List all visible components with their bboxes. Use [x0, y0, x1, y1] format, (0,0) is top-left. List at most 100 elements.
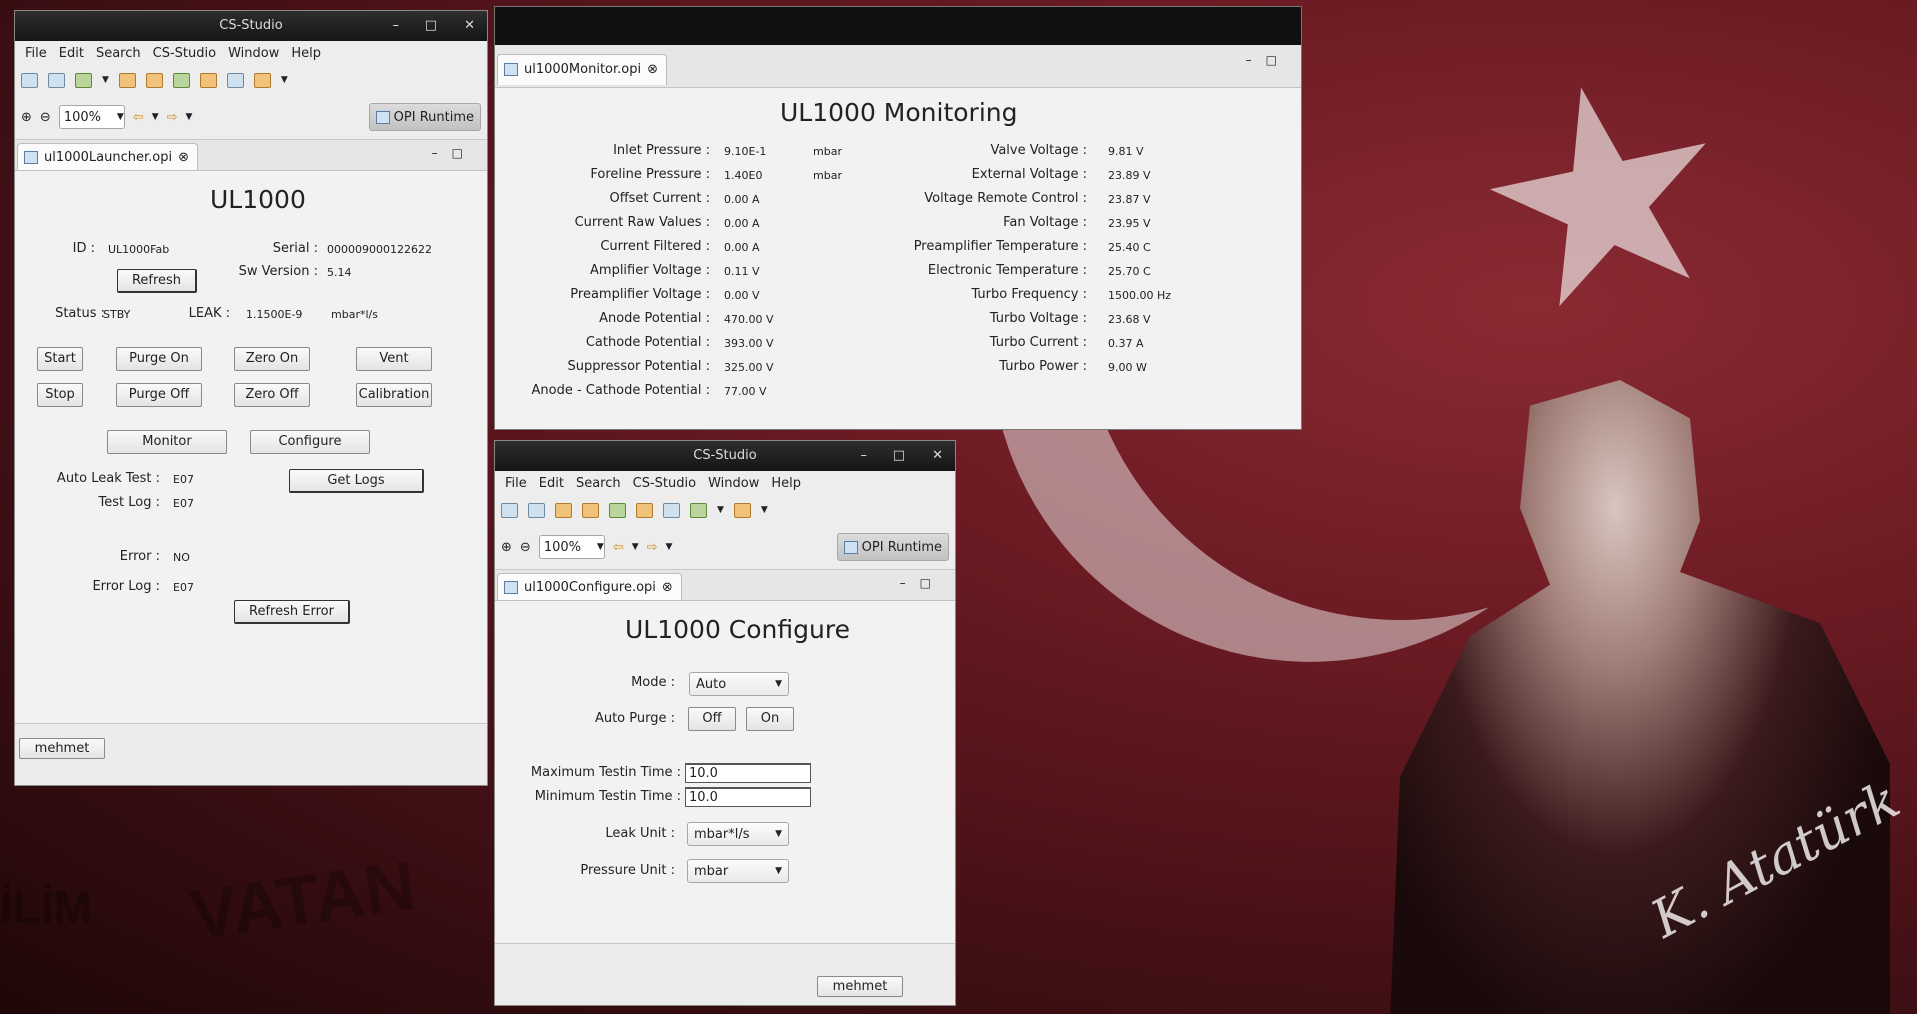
pencil-icon[interactable]: [636, 502, 653, 518]
database-icon[interactable]: [118, 72, 136, 88]
menu-edit[interactable]: Edit: [539, 476, 564, 491]
menu-file[interactable]: File: [25, 46, 47, 61]
pressure-unit-select[interactable]: mbar ▼: [687, 859, 789, 883]
pencil-icon[interactable]: [199, 72, 217, 88]
chevron-down-icon[interactable]: ▼: [102, 75, 109, 85]
wallpaper-watermark: VATAN: [185, 845, 420, 955]
tab-controls[interactable]: –□: [900, 576, 945, 590]
wrench-icon[interactable]: [733, 502, 751, 518]
zoom-out-icon[interactable]: ⊖: [520, 540, 531, 555]
tab-configure[interactable]: ul1000Configure.opi ⊗: [497, 573, 682, 600]
configure-titlebar[interactable]: CS-Studio – □ ✕: [495, 441, 955, 471]
new-folder-icon[interactable]: [21, 72, 38, 88]
menu-cs-studio[interactable]: CS-Studio: [633, 476, 696, 491]
configure-button[interactable]: Configure: [250, 430, 370, 454]
refresh-button[interactable]: Refresh: [117, 269, 197, 293]
chevron-down-icon[interactable]: ▼: [666, 542, 673, 552]
back-arrow-icon[interactable]: ⇦: [613, 540, 624, 555]
user-button[interactable]: mehmet: [19, 738, 105, 759]
chevron-down-icon[interactable]: ▼: [152, 112, 159, 122]
forward-arrow-icon[interactable]: ⇨: [167, 110, 178, 125]
calibration-button[interactable]: Calibration: [356, 383, 432, 407]
tab-controls[interactable]: –□: [1246, 53, 1291, 67]
max-testin-time-input[interactable]: 10.0: [685, 763, 811, 783]
chevron-down-icon[interactable]: ▼: [761, 505, 768, 515]
tab-launcher[interactable]: ul1000Launcher.opi ⊗: [17, 143, 199, 170]
chevron-down-icon[interactable]: ▼: [717, 505, 724, 515]
purge-off-button[interactable]: Purge Off: [116, 383, 202, 407]
close-icon[interactable]: ⊗: [647, 62, 658, 77]
monitor-titlebar[interactable]: [495, 7, 1301, 45]
menu-window[interactable]: Window: [228, 46, 279, 61]
menu-help[interactable]: Help: [771, 476, 801, 491]
close-icon[interactable]: ⊗: [662, 580, 673, 595]
close-icon[interactable]: ✕: [932, 441, 943, 471]
vent-button[interactable]: Vent: [356, 347, 432, 371]
zoom-select[interactable]: 100% ▼: [58, 105, 125, 129]
maximize-icon[interactable]: □: [425, 11, 437, 41]
menu-search[interactable]: Search: [576, 476, 621, 491]
menu-file[interactable]: File: [505, 476, 527, 491]
start-button[interactable]: Start: [37, 347, 83, 371]
zero-on-button[interactable]: Zero On: [234, 347, 310, 371]
auto-purge-off-button[interactable]: Off: [688, 707, 736, 731]
opi-editor-icon[interactable]: [75, 72, 92, 88]
image-icon[interactable]: [663, 502, 680, 518]
close-icon[interactable]: ⊗: [178, 150, 189, 165]
chevron-down-icon[interactable]: ▼: [632, 542, 639, 552]
get-logs-button[interactable]: Get Logs: [289, 469, 424, 493]
save-icon[interactable]: [528, 502, 545, 518]
probe-icon[interactable]: [582, 502, 599, 518]
close-icon[interactable]: ✕: [464, 11, 475, 41]
save-icon[interactable]: [48, 72, 65, 88]
error-value: NO: [173, 551, 190, 564]
monitor-param-label: Inlet Pressure :: [613, 143, 710, 158]
purge-on-button[interactable]: Purge On: [116, 347, 202, 371]
menu-help[interactable]: Help: [291, 46, 321, 61]
zoom-out-icon[interactable]: ⊖: [40, 110, 51, 125]
chevron-down-icon[interactable]: ▼: [186, 112, 193, 122]
new-file-icon[interactable]: [172, 72, 190, 88]
back-arrow-icon[interactable]: ⇦: [133, 110, 144, 125]
minimize-icon[interactable]: –: [393, 11, 400, 41]
error-label: Error :: [119, 549, 160, 564]
mode-label: Mode :: [631, 675, 675, 690]
chevron-down-icon[interactable]: ▼: [281, 75, 288, 85]
configure-content: UL1000 Configure Mode : Auto ▼ Auto Purge…: [495, 601, 955, 937]
minimize-icon[interactable]: –: [861, 441, 868, 471]
zoom-in-icon[interactable]: ⊕: [501, 540, 512, 555]
configure-window: CS-Studio – □ ✕ File Edit Search CS-Stud…: [494, 440, 956, 1006]
menu-search[interactable]: Search: [96, 46, 141, 61]
wrench-icon[interactable]: [253, 72, 271, 88]
menu-edit[interactable]: Edit: [59, 46, 84, 61]
launcher-titlebar[interactable]: CS-Studio – □ ✕: [15, 11, 487, 41]
new-file-icon[interactable]: [609, 502, 626, 518]
mode-select[interactable]: Auto ▼: [689, 672, 789, 696]
user-button[interactable]: mehmet: [817, 976, 903, 997]
monitor-button[interactable]: Monitor: [107, 430, 227, 454]
probe-icon[interactable]: [145, 72, 163, 88]
leak-unit-select[interactable]: mbar*l/s ▼: [687, 822, 789, 846]
zero-off-button[interactable]: Zero Off: [234, 383, 310, 407]
menu-window[interactable]: Window: [708, 476, 759, 491]
monitor-param-label: Foreline Pressure :: [590, 167, 710, 182]
perspective-button[interactable]: OPI Runtime: [368, 103, 481, 131]
image-icon[interactable]: [226, 72, 244, 88]
auto-purge-on-button[interactable]: On: [746, 707, 794, 731]
new-folder-icon[interactable]: [501, 502, 518, 518]
min-testin-time-input[interactable]: 10.0: [685, 787, 811, 807]
menu-cs-studio[interactable]: CS-Studio: [153, 46, 216, 61]
refresh-error-button[interactable]: Refresh Error: [234, 600, 350, 624]
perspective-button[interactable]: OPI Runtime: [836, 533, 949, 561]
zoom-in-icon[interactable]: ⊕: [21, 110, 32, 125]
launcher-content: UL1000 ID : UL1000Fab Serial : 000009000…: [15, 171, 487, 709]
tab-controls[interactable]: –□: [432, 146, 477, 160]
zoom-select[interactable]: 100% ▼: [538, 535, 605, 559]
tab-monitor[interactable]: ul1000Monitor.opi ⊗: [497, 53, 668, 85]
database-icon[interactable]: [555, 502, 572, 518]
opi-editor-icon[interactable]: [690, 502, 707, 518]
status-label: Status :: [55, 306, 105, 321]
maximize-icon[interactable]: □: [893, 441, 905, 471]
forward-arrow-icon[interactable]: ⇨: [647, 540, 658, 555]
stop-button[interactable]: Stop: [37, 383, 83, 407]
